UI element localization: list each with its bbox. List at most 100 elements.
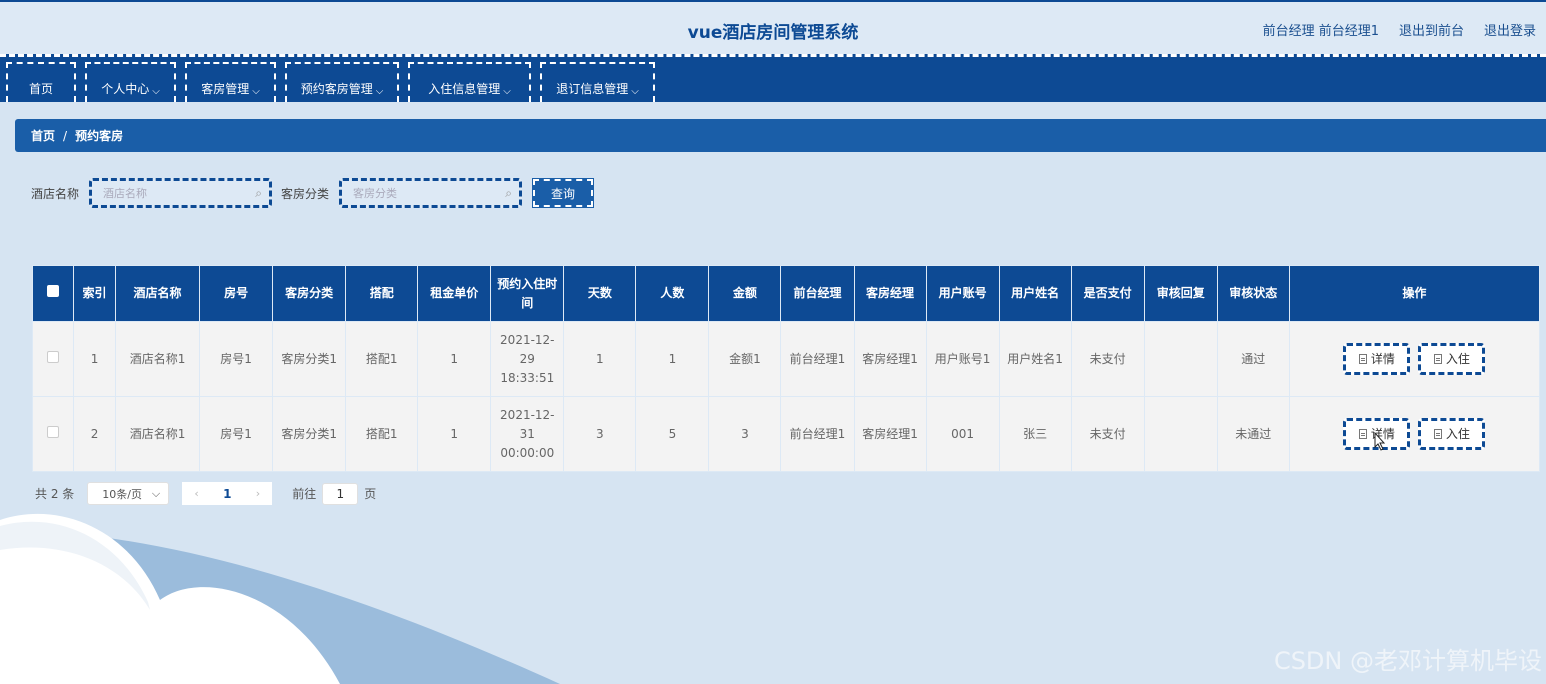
cell-account: 001 [925, 396, 1000, 472]
column-header: 索引 [73, 265, 117, 322]
cell-hotel: 酒店名称1 [115, 321, 201, 397]
breadcrumb: 首页 / 预约客房 [15, 119, 1546, 152]
column-header: 酒店名称 [115, 265, 201, 322]
chevron-down-icon: ⌵ [252, 86, 260, 97]
document-icon [1433, 354, 1442, 364]
cell-name: 用户姓名1 [998, 321, 1072, 397]
document-icon [1358, 354, 1367, 364]
document-icon [1358, 429, 1367, 439]
nav-item-booking-management[interactable]: 预约客房管理 ⌵ [285, 62, 399, 102]
column-header: 审核回复 [1143, 265, 1218, 322]
column-header: 客房分类 [272, 265, 347, 322]
hotel-name-input[interactable] [92, 181, 233, 205]
column-header: 搭配 [345, 265, 419, 322]
column-header: 租金单价 [417, 265, 492, 322]
cell-people: 5 [635, 396, 710, 472]
cell-account: 用户账号1 [925, 321, 1000, 397]
column-header: 前台经理 [780, 265, 855, 322]
cell-room: 房号1 [199, 396, 274, 472]
room-category-input[interactable] [342, 181, 483, 205]
column-header: 用户姓名 [998, 265, 1072, 322]
cloud-decoration [0, 513, 560, 684]
breadcrumb-separator: / [63, 128, 68, 143]
watermark-text: CSDN @老邓计算机毕设 [1273, 647, 1542, 675]
hotel-name-field: ⌕ [89, 178, 273, 208]
table-row: 2 酒店名称1 房号1 客房分类1 搭配1 1 2021-12-31 00:00… [31, 396, 1541, 472]
chevron-down-icon: ⌵ [375, 86, 384, 97]
room-category-field: ⌕ [339, 178, 523, 208]
cell-combo: 搭配1 [345, 321, 419, 397]
cell-front-manager: 前台经理1 [780, 321, 855, 397]
cell-amount: 金额1 [708, 321, 782, 397]
checkin-button[interactable]: 入住 [1418, 343, 1486, 375]
mouse-cursor-icon [1374, 432, 1386, 451]
nav-item-personal-center[interactable]: 个人中心 ⌵ [85, 62, 176, 102]
cell-people: 1 [635, 321, 710, 397]
column-header: 用户账号 [925, 265, 1000, 322]
cell-paid: 未支付 [1070, 321, 1145, 397]
document-icon [1433, 429, 1442, 439]
cell-time: 2021-12-31 00:00:00 [490, 396, 565, 472]
cell-category: 客房分类1 [272, 321, 347, 397]
breadcrumb-current: 预约客房 [75, 129, 124, 143]
search-bar: 酒店名称 ⌕ 客房分类 ⌕ 查询 [31, 178, 595, 208]
cell-room: 房号1 [199, 321, 274, 397]
cell-reply [1143, 396, 1218, 472]
main-nav: 首页 个人中心 ⌵ 客房管理 ⌵ 预约客房管理 ⌵ 入住信息管理 ⌵ 退订信息管理 ⌵ [0, 54, 1546, 102]
nav-item-checkin-management[interactable]: 入住信息管理 ⌵ [408, 62, 531, 102]
cell-index: 2 [73, 396, 117, 472]
column-header: 客房经理 [853, 265, 927, 322]
cell-status: 通过 [1216, 321, 1290, 397]
cell-status: 未通过 [1216, 396, 1290, 472]
cell-paid: 未支付 [1070, 396, 1145, 472]
breadcrumb-home[interactable]: 首页 [31, 127, 55, 144]
row-checkbox[interactable] [47, 425, 59, 438]
chevron-down-icon: ⌵ [152, 86, 160, 97]
cell-time: 2021-12-29 18:33:51 [490, 321, 565, 397]
checkin-button[interactable]: 入住 [1418, 418, 1486, 450]
logout-link[interactable]: 退出登录 [1484, 20, 1536, 39]
nav-item-home[interactable]: 首页 [6, 62, 76, 102]
cell-hotel: 酒店名称1 [115, 396, 201, 472]
cell-price: 1 [417, 396, 492, 472]
column-header: 人数 [635, 265, 710, 322]
row-checkbox[interactable] [47, 350, 59, 363]
booking-table: 索引 酒店名称 房号 客房分类 搭配 租金单价 预约入住时间 天数 人数 金额 … [31, 265, 1541, 472]
table-row: 1 酒店名称1 房号1 客房分类1 搭配1 1 2021-12-29 18:33… [31, 321, 1541, 397]
nav-item-cancel-management[interactable]: 退订信息管理 ⌵ [540, 62, 655, 102]
chevron-down-icon: ⌵ [631, 86, 639, 97]
cell-combo: 搭配1 [345, 396, 419, 472]
cell-index: 1 [73, 321, 117, 397]
detail-button[interactable]: 详情 [1343, 343, 1411, 375]
cell-price: 1 [417, 321, 492, 397]
user-role-label: 前台经理 前台经理1 [1262, 24, 1379, 39]
column-header: 天数 [563, 265, 637, 322]
room-category-label: 客房分类 [281, 186, 330, 201]
column-header: 是否支付 [1070, 265, 1145, 322]
chevron-down-icon: ⌵ [503, 86, 511, 97]
search-icon: ⌕ [505, 186, 513, 200]
top-right-links: 前台经理 前台经理1 退出到前台 退出登录 [1263, 20, 1536, 39]
cell-reply [1143, 321, 1218, 397]
exit-to-front-link[interactable]: 退出到前台 [1399, 20, 1464, 39]
search-icon: ⌕ [255, 186, 263, 200]
column-header: 金额 [708, 265, 782, 322]
cell-amount: 3 [708, 396, 782, 472]
column-header: 房号 [199, 265, 274, 322]
cell-days: 3 [563, 396, 637, 472]
nav-item-room-management[interactable]: 客房管理 ⌵ [185, 62, 276, 102]
hotel-name-label: 酒店名称 [31, 186, 80, 201]
cell-room-manager: 客房经理1 [853, 396, 927, 472]
table-header-row: 索引 酒店名称 房号 客房分类 搭配 租金单价 预约入住时间 天数 人数 金额 … [31, 265, 1541, 322]
top-header: vue酒店房间管理系统 前台经理 前台经理1 退出到前台 退出登录 [0, 0, 1546, 54]
column-header: 审核状态 [1216, 265, 1290, 322]
query-button[interactable]: 查询 [532, 178, 595, 208]
column-header: 预约入住时间 [490, 265, 565, 322]
cell-days: 1 [563, 321, 637, 397]
column-header: 操作 [1288, 265, 1541, 322]
cell-front-manager: 前台经理1 [780, 396, 855, 472]
select-all-checkbox[interactable] [47, 285, 59, 297]
cell-name: 张三 [998, 396, 1072, 472]
cell-room-manager: 客房经理1 [853, 321, 927, 397]
cell-category: 客房分类1 [272, 396, 347, 472]
